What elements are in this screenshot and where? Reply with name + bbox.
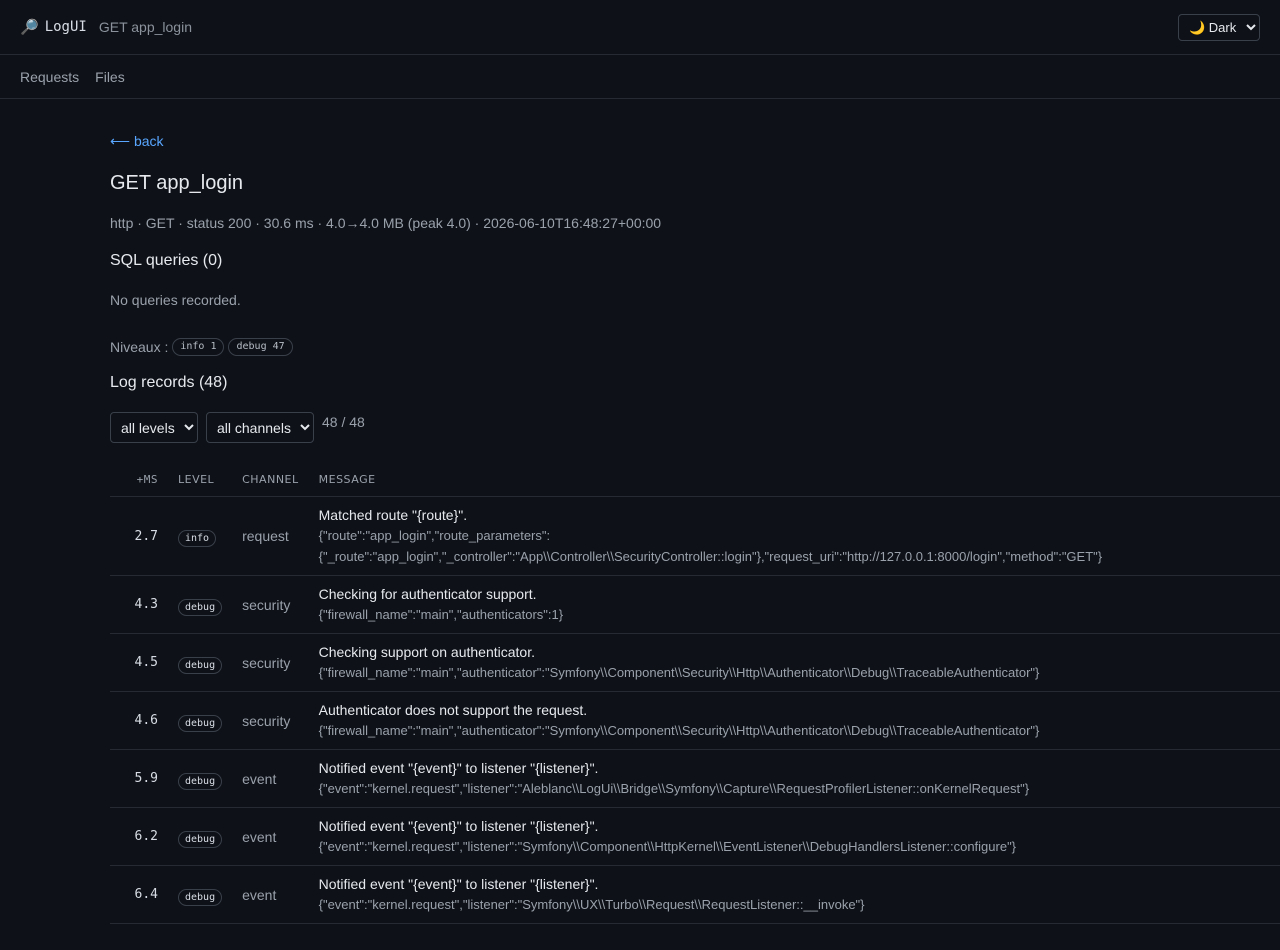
row-message-cell: Notified event "{event}" to listener "{l…	[308, 807, 1280, 866]
nav-requests[interactable]: Requests	[20, 69, 79, 85]
table-row[interactable]: 2.7 info request Matched route "{route}"…	[110, 496, 1280, 576]
row-level-cell: debug	[168, 691, 233, 750]
row-channel: request	[232, 496, 309, 576]
row-channel: security	[232, 633, 309, 692]
table-row[interactable]: 4.3 debug security Checking for authenti…	[110, 575, 1280, 634]
log-filters: all levels all channels 48 / 48	[110, 412, 1280, 443]
row-context: {"firewall_name":"main","authenticator":…	[318, 665, 1040, 680]
row-level-cell: debug	[168, 807, 233, 866]
row-channel: security	[232, 575, 309, 634]
col-ms: +ms	[110, 463, 168, 497]
row-ms: 2.7	[110, 496, 168, 576]
row-ms: 4.3	[110, 575, 168, 634]
row-level-cell: debug	[168, 575, 233, 634]
sql-heading: SQL queries (0)	[110, 252, 223, 269]
row-message-cell: Checking support on authenticator. {"fir…	[308, 633, 1280, 692]
row-ms: 5.9	[110, 749, 168, 808]
row-message: Notified event "{event}" to listener "{l…	[318, 876, 599, 892]
magnifier-icon: 🔎	[20, 18, 39, 36]
row-message-cell: Authenticator does not support the reque…	[308, 691, 1280, 750]
row-context: {"event":"kernel.request","listener":"Al…	[318, 781, 1030, 796]
row-message-cell: Notified event "{event}" to listener "{l…	[308, 749, 1280, 808]
row-message: Checking support on authenticator.	[318, 644, 535, 660]
col-message: Message	[308, 463, 1280, 497]
back-link[interactable]: ⟵ back	[110, 133, 164, 149]
no-queries-text: No queries recorded.	[110, 292, 241, 308]
logo-link[interactable]: 🔎 LogUI	[20, 18, 87, 36]
theme-select[interactable]: 🌙 Dark	[1178, 13, 1260, 41]
col-channel: Channel	[232, 463, 309, 497]
level-pill-debug: debug 47	[228, 338, 293, 356]
log-table-header: +ms Level Channel Message	[110, 463, 1280, 497]
row-ms: 4.6	[110, 691, 168, 750]
row-ms: 4.5	[110, 633, 168, 692]
level-badge: info	[178, 530, 217, 547]
top-bar: 🔎 LogUI GET app_login 🌙 Dark	[0, 0, 1280, 55]
row-message-cell: Notified event "{event}" to listener "{l…	[308, 865, 1280, 924]
row-context: {"firewall_name":"main","authenticators"…	[318, 607, 564, 622]
level-badge: debug	[178, 830, 223, 848]
row-message: Authenticator does not support the reque…	[318, 702, 588, 718]
logo-text: LogUI	[44, 19, 87, 35]
main-content: ⟵ back GET app_login http · GET · status…	[0, 99, 1280, 924]
table-row[interactable]: 4.5 debug security Checking support on a…	[110, 633, 1280, 692]
levels-label: Niveaux :	[110, 339, 169, 355]
brand: 🔎 LogUI GET app_login	[20, 18, 192, 36]
row-message-cell: Checking for authenticator support. {"fi…	[308, 575, 1280, 634]
table-row[interactable]: 4.6 debug security Authenticator does no…	[110, 691, 1280, 750]
table-row[interactable]: 6.4 debug event Notified event "{event}"…	[110, 865, 1280, 924]
row-level-cell: debug	[168, 749, 233, 808]
table-row[interactable]: 6.2 debug event Notified event "{event}"…	[110, 807, 1280, 866]
table-row[interactable]: 5.9 debug event Notified event "{event}"…	[110, 749, 1280, 808]
row-level-cell: debug	[168, 633, 233, 692]
row-level-cell: info	[168, 496, 233, 576]
level-pill-info: info 1	[172, 338, 225, 356]
row-message: Notified event "{event}" to listener "{l…	[318, 760, 599, 776]
level-badge: debug	[178, 888, 223, 906]
channel-filter-select[interactable]: all channels	[206, 412, 314, 443]
level-summary: Niveaux : info 1 debug 47	[110, 338, 1280, 356]
row-ms: 6.2	[110, 807, 168, 866]
row-channel: event	[232, 749, 309, 808]
level-badge: debug	[178, 598, 223, 616]
page-title: GET app_login	[110, 172, 244, 194]
row-context: {"event":"kernel.request","listener":"Sy…	[318, 839, 1017, 854]
log-table: +ms Level Channel Message 2.7 info reque…	[110, 463, 1280, 924]
request-meta: http · GET · status 200 · 30.6 ms · 4.0→…	[110, 215, 662, 231]
main-nav: Requests Files	[0, 55, 1280, 99]
record-count: 48 / 48	[322, 414, 365, 430]
row-message: Matched route "{route}".	[318, 507, 468, 523]
row-context: {"route":"app_login","route_parameters":…	[318, 528, 1103, 564]
row-message-cell: Matched route "{route}". {"route":"app_l…	[308, 496, 1280, 576]
row-context: {"event":"kernel.request","listener":"Sy…	[318, 897, 865, 912]
level-badge: debug	[178, 656, 223, 674]
row-channel: event	[232, 865, 309, 924]
row-channel: event	[232, 807, 309, 866]
row-ms: 6.4	[110, 865, 168, 924]
row-level-cell: debug	[168, 865, 233, 924]
level-badge: debug	[178, 714, 223, 732]
log-heading: Log records (48)	[110, 374, 228, 391]
row-channel: security	[232, 691, 309, 750]
row-context: {"firewall_name":"main","authenticator":…	[318, 723, 1040, 738]
row-message: Checking for authenticator support.	[318, 586, 537, 602]
nav-files[interactable]: Files	[95, 69, 125, 85]
row-message: Notified event "{event}" to listener "{l…	[318, 818, 599, 834]
col-level: Level	[168, 463, 233, 497]
level-badge: debug	[178, 772, 223, 790]
level-filter-select[interactable]: all levels	[110, 412, 198, 443]
breadcrumb: GET app_login	[98, 19, 192, 35]
